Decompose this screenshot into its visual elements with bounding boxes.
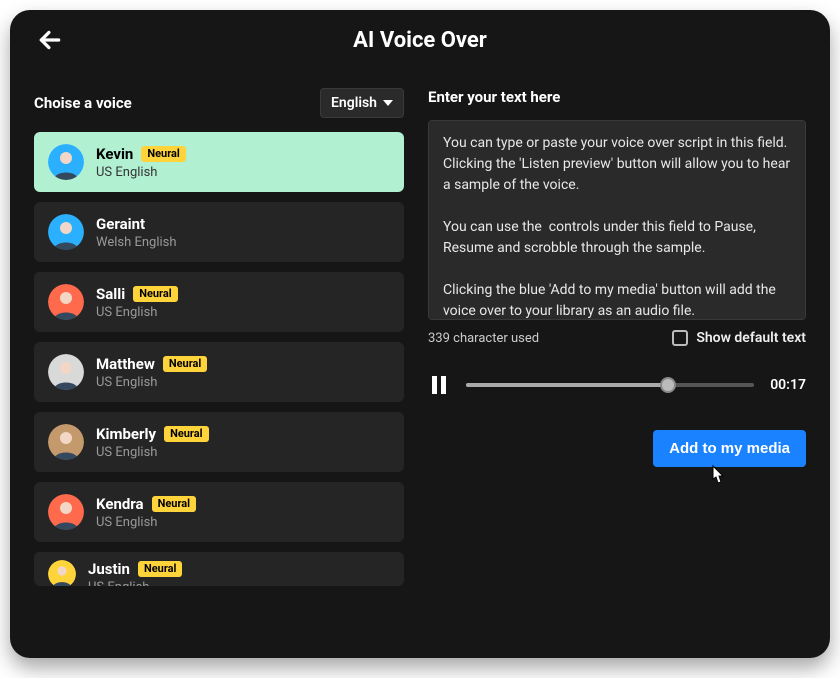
- pause-icon: [431, 376, 447, 394]
- voice-meta: Matthew Neural US English: [96, 355, 207, 390]
- voice-sub: US English: [96, 305, 178, 320]
- checkbox-icon: [672, 330, 688, 346]
- caret-down-icon: [383, 98, 393, 108]
- voice-name: Geraint: [96, 215, 145, 233]
- voice-sub: US English: [96, 515, 196, 530]
- cursor-icon: [706, 464, 728, 490]
- right-panel: Enter your text here 339 character used …: [428, 70, 806, 634]
- voice-name: Kendra: [96, 495, 144, 513]
- choose-voice-label: Choise a voice: [34, 94, 132, 112]
- avatar: [48, 214, 84, 250]
- neural-badge: Neural: [163, 356, 208, 372]
- avatar: [48, 560, 76, 586]
- neural-badge: Neural: [133, 286, 178, 302]
- seek-thumb[interactable]: [660, 377, 676, 393]
- textarea-footer: 339 character used Show default text: [428, 330, 806, 346]
- avatar: [48, 424, 84, 460]
- body: Choise a voice English Kevin Neural US Eng…: [10, 70, 830, 658]
- pause-button[interactable]: [428, 374, 450, 396]
- app-window: AI Voice Over Choise a voice English Kev…: [10, 10, 830, 658]
- voice-name-row: Kevin Neural: [96, 145, 186, 163]
- page-title: AI Voice Over: [353, 28, 487, 53]
- voice-card[interactable]: Justin Neural US English: [34, 552, 404, 586]
- voice-name: Salli: [96, 285, 125, 303]
- seek-progress: [466, 383, 668, 387]
- voice-meta: Kimberly Neural US English: [96, 425, 209, 460]
- neural-badge: Neural: [138, 561, 183, 577]
- neural-badge: Neural: [141, 146, 186, 162]
- voice-meta: Kendra Neural US English: [96, 495, 196, 530]
- time-display: 00:17: [770, 377, 806, 393]
- voice-sub: Welsh English: [96, 235, 177, 250]
- voice-meta: Salli Neural US English: [96, 285, 178, 320]
- voice-meta: Justin Neural US English: [88, 560, 182, 586]
- voice-name-row: Justin Neural: [88, 560, 182, 578]
- avatar: [48, 144, 84, 180]
- voice-card[interactable]: Salli Neural US English: [34, 272, 404, 332]
- voice-card[interactable]: Geraint Welsh English: [34, 202, 404, 262]
- voice-sub: US English: [96, 445, 209, 460]
- voice-sub: US English: [96, 165, 186, 180]
- language-select[interactable]: English: [320, 88, 404, 118]
- avatar: [48, 354, 84, 390]
- char-count: 339 character used: [428, 331, 539, 346]
- show-default-text-label: Show default text: [696, 330, 806, 346]
- cta-row: Add to my media: [428, 430, 806, 467]
- neural-badge: Neural: [152, 496, 197, 512]
- voice-name-row: Kimberly Neural: [96, 425, 209, 443]
- audio-player: 00:17: [428, 374, 806, 396]
- language-select-value: English: [331, 95, 377, 111]
- header: AI Voice Over: [10, 10, 830, 70]
- neural-badge: Neural: [164, 426, 209, 442]
- voice-name: Kevin: [96, 145, 133, 163]
- avatar: [48, 284, 84, 320]
- voice-name-row: Geraint: [96, 215, 177, 233]
- voice-name: Matthew: [96, 355, 155, 373]
- left-panel-header: Choise a voice English: [34, 88, 404, 118]
- back-button[interactable]: [34, 24, 66, 56]
- text-label: Enter your text here: [428, 88, 806, 106]
- add-to-media-button[interactable]: Add to my media: [653, 430, 806, 467]
- voice-name: Kimberly: [96, 425, 156, 443]
- avatar: [48, 494, 84, 530]
- voice-name-row: Kendra Neural: [96, 495, 196, 513]
- voice-sub: US English: [96, 375, 207, 390]
- voice-card[interactable]: Kimberly Neural US English: [34, 412, 404, 472]
- script-input[interactable]: [428, 120, 806, 320]
- voice-list: Kevin Neural US English Geraint Welsh Englis…: [34, 132, 404, 634]
- voice-card[interactable]: Kendra Neural US English: [34, 482, 404, 542]
- voice-meta: Kevin Neural US English: [96, 145, 186, 180]
- voice-name: Justin: [88, 560, 130, 578]
- voice-meta: Geraint Welsh English: [96, 215, 177, 250]
- voice-sub: US English: [88, 580, 182, 586]
- voice-card[interactable]: Kevin Neural US English: [34, 132, 404, 192]
- left-panel: Choise a voice English Kevin Neural US Eng…: [34, 70, 404, 634]
- show-default-text-toggle[interactable]: Show default text: [672, 330, 806, 346]
- voice-card[interactable]: Matthew Neural US English: [34, 342, 404, 402]
- voice-name-row: Salli Neural: [96, 285, 178, 303]
- arrow-left-icon: [37, 27, 63, 53]
- voice-name-row: Matthew Neural: [96, 355, 207, 373]
- seek-track[interactable]: [466, 383, 754, 387]
